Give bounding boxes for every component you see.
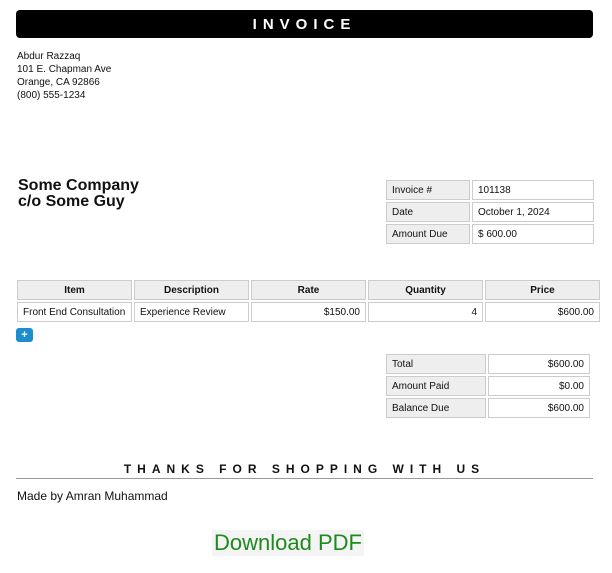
item-rate-cell[interactable]: $150.00 <box>251 302 366 322</box>
column-header-description: Description <box>134 280 249 300</box>
seller-phone: (800) 555-1234 <box>17 90 86 101</box>
amount-due-field[interactable]: $ 600.00 <box>472 224 594 244</box>
seller-name: Abdur Razzaq <box>17 51 81 62</box>
totals-table: Total $600.00 Amount Paid $0.00 Balance … <box>384 352 592 420</box>
balance-due-label: Balance Due <box>386 398 486 418</box>
seller-street: 101 E. Chapman Ave <box>17 64 112 75</box>
made-by-credit: Made by Amran Muhammad <box>17 489 168 503</box>
total-value: $600.00 <box>488 354 590 374</box>
amount-paid-label: Amount Paid <box>386 376 486 396</box>
invoice-title[interactable]: INVOICE <box>253 16 357 33</box>
customer-company: Some Company <box>18 177 139 194</box>
seller-address[interactable]: Abdur Razzaq 101 E. Chapman Ave Orange, … <box>17 50 177 102</box>
items-table: Item Description Rate Quantity Price Fro… <box>15 278 602 324</box>
thanks-message: THANKS FOR SHOPPING WITH US <box>16 462 593 479</box>
seller-city: Orange, CA 92866 <box>17 77 100 88</box>
balance-due-value: $600.00 <box>488 398 590 418</box>
column-header-quantity: Quantity <box>368 280 483 300</box>
item-description-cell[interactable]: Experience Review <box>134 302 249 322</box>
amount-paid-field[interactable]: $0.00 <box>488 376 590 396</box>
download-pdf-button[interactable]: Download PDF <box>212 530 364 556</box>
column-header-rate: Rate <box>251 280 366 300</box>
customer-contact: c/o Some Guy <box>18 193 125 210</box>
add-row-button[interactable]: + <box>16 328 33 342</box>
customer-block[interactable]: Some Company c/o Some Guy <box>18 178 139 210</box>
invoice-title-bar: INVOICE <box>16 10 593 38</box>
invoice-meta-table: Invoice # 101138 Date October 1, 2024 Am… <box>384 178 596 246</box>
date-label: Date <box>386 202 470 222</box>
column-header-price: Price <box>485 280 600 300</box>
item-price-cell: $600.00 <box>485 302 600 322</box>
items-header-row: Item Description Rate Quantity Price <box>17 280 600 300</box>
total-label: Total <box>386 354 486 374</box>
invoice-number-label: Invoice # <box>386 180 470 200</box>
item-name-cell[interactable]: Front End Consultation <box>17 302 132 322</box>
table-row: Front End Consultation Experience Review… <box>17 302 600 322</box>
amount-due-label: Amount Due <box>386 224 470 244</box>
date-field[interactable]: October 1, 2024 <box>472 202 594 222</box>
column-header-item: Item <box>17 280 132 300</box>
item-quantity-cell[interactable]: 4 <box>368 302 483 322</box>
invoice-number-field[interactable]: 101138 <box>472 180 594 200</box>
